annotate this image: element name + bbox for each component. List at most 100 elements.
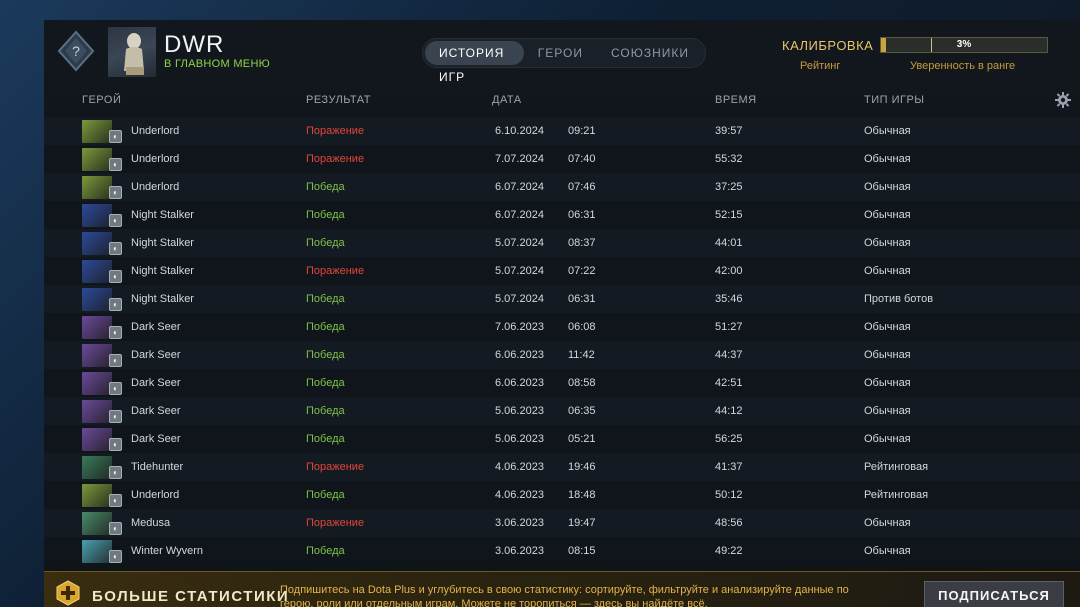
hero-portrait-icon: ◐: [82, 484, 122, 507]
match-date: 6.06.2023: [495, 349, 544, 361]
avatar[interactable]: [108, 27, 156, 77]
table-row[interactable]: ◐ Dark Seer Победа 6.06.2023 08:58 42:51 Обычн…: [44, 369, 1080, 397]
match-time: 07:40: [568, 153, 596, 165]
tab-allies[interactable]: СОЮЗНИКИ: [597, 41, 703, 65]
game-mode: Обычная: [864, 265, 911, 277]
hero-portrait-icon: ◐: [82, 232, 122, 255]
subscribe-button[interactable]: ПОДПИСАТЬСЯ: [924, 581, 1064, 607]
hero-portrait-icon: ◐: [82, 148, 122, 171]
tab-heroes[interactable]: ГЕРОИ: [524, 41, 597, 65]
match-result: Победа: [306, 181, 345, 193]
facet-badge-icon: ◐: [109, 214, 122, 227]
game-mode: Обычная: [864, 517, 911, 529]
match-time: 06:31: [568, 209, 596, 221]
table-row[interactable]: ◐ Medusa Поражение 3.06.2023 19:47 48:56 Обычн…: [44, 509, 1080, 537]
match-duration: 52:15: [715, 209, 743, 221]
match-result: Победа: [306, 377, 345, 389]
game-mode: Обычная: [864, 209, 911, 221]
table-row[interactable]: ◐ Night Stalker Поражение 5.07.2024 07:22 42:…: [44, 257, 1080, 285]
match-date: 7.07.2024: [495, 153, 544, 165]
hero-name: Night Stalker: [131, 237, 194, 249]
table-row[interactable]: ◐ Dark Seer Победа 5.06.2023 06:35 44:12 Обычн…: [44, 397, 1080, 425]
match-time: 06:31: [568, 293, 596, 305]
match-history-panel: ? DWR В ГЛАВНОМ МЕНЮ ИСТОРИЯ ИГР ГЕРОИ С…: [44, 20, 1080, 607]
match-duration: 39:57: [715, 125, 743, 137]
game-mode: Против ботов: [864, 293, 934, 305]
table-row[interactable]: ◐ Night Stalker Победа 5.07.2024 08:37 44:01 О…: [44, 229, 1080, 257]
facet-badge-icon: ◐: [109, 242, 122, 255]
match-date: 7.06.2023: [495, 321, 544, 333]
game-mode: Обычная: [864, 433, 911, 445]
header-date[interactable]: ДАТА: [492, 94, 522, 106]
hero-portrait-icon: ◐: [82, 400, 122, 423]
header-result[interactable]: РЕЗУЛЬТАТ: [306, 94, 371, 106]
game-mode: Обычная: [864, 153, 911, 165]
hero-name: Underlord: [131, 125, 180, 137]
rating-label: Рейтинг: [800, 60, 841, 72]
match-result: Победа: [306, 237, 345, 249]
table-row[interactable]: ◐ Underlord Победа 4.06.2023 18:48 50:12 Рейти…: [44, 481, 1080, 509]
tab-match-history[interactable]: ИСТОРИЯ ИГР: [425, 41, 524, 84]
table-row[interactable]: ◐ Dark Seer Победа 5.06.2023 05:21 56:25 Обычн…: [44, 425, 1080, 453]
svg-text:?: ?: [72, 43, 80, 59]
header-mode[interactable]: ТИП ИГРЫ: [864, 94, 925, 106]
table-row[interactable]: ◐ Tidehunter Поражение 4.06.2023 19:46 41:37 Р…: [44, 453, 1080, 481]
table-row[interactable]: ◐ Night Stalker Победа 6.07.2024 06:31 52:15 О…: [44, 201, 1080, 229]
facet-badge-icon: ◐: [109, 354, 122, 367]
hero-portrait-icon: ◐: [82, 204, 122, 227]
match-result: Поражение: [306, 125, 365, 137]
match-duration: 50:12: [715, 489, 743, 501]
header-hero[interactable]: ГЕРОЙ: [82, 94, 121, 106]
facet-badge-icon: ◐: [109, 298, 122, 311]
match-result: Победа: [306, 321, 345, 333]
match-date: 6.10.2024: [495, 125, 544, 137]
hero-portrait-icon: ◐: [82, 428, 122, 451]
match-date: 6.07.2024: [495, 209, 544, 221]
match-duration: 37:25: [715, 181, 743, 193]
dota-plus-icon: [56, 580, 80, 606]
hero-name: Winter Wyvern: [131, 545, 204, 557]
match-duration: 44:12: [715, 405, 743, 417]
game-mode: Обычная: [864, 321, 911, 333]
match-duration: 56:25: [715, 433, 743, 445]
match-date: 6.07.2024: [495, 181, 544, 193]
game-mode: Обычная: [864, 125, 911, 137]
match-result: Поражение: [306, 265, 365, 277]
facet-badge-icon: ◐: [109, 438, 122, 451]
hero-portrait-icon: ◐: [82, 540, 122, 563]
table-row[interactable]: ◐ Underlord Поражение 6.10.2024 09:21 39:57 Об…: [44, 117, 1080, 145]
avatar-figure-icon: [124, 33, 144, 75]
profile-header: ? DWR В ГЛАВНОМ МЕНЮ ИСТОРИЯ ИГР ГЕРОИ С…: [44, 20, 1080, 86]
table-row[interactable]: ◐ Dark Seer Победа 6.06.2023 11:42 44:37 Обычн…: [44, 341, 1080, 369]
table-row[interactable]: ◐ Underlord Поражение 7.07.2024 07:40 55:32 Об…: [44, 145, 1080, 173]
hero-name: Dark Seer: [131, 433, 181, 445]
confidence-label: Уверенность в ранге: [910, 60, 1016, 72]
hero-name: Dark Seer: [131, 321, 181, 333]
match-time: 05:21: [568, 433, 596, 445]
match-time: 08:37: [568, 237, 596, 249]
match-duration: 41:37: [715, 461, 743, 473]
hero-name: Underlord: [131, 153, 180, 165]
gear-icon[interactable]: [1055, 92, 1071, 108]
table-row[interactable]: ◐ Night Stalker Победа 5.07.2024 06:31 35:46 П…: [44, 285, 1080, 313]
match-result: Победа: [306, 349, 345, 361]
facet-badge-icon: ◐: [109, 186, 122, 199]
hero-name: Dark Seer: [131, 377, 181, 389]
match-duration: 44:37: [715, 349, 743, 361]
table-row[interactable]: ◐ Underlord Победа 6.07.2024 07:46 37:25 Обычн…: [44, 173, 1080, 201]
match-time: 06:08: [568, 321, 596, 333]
table-row[interactable]: ◐ Winter Wyvern Победа 3.06.2023 08:15 49:22 О…: [44, 537, 1080, 565]
facet-badge-icon: ◐: [109, 522, 122, 535]
match-time: 09:21: [568, 125, 596, 137]
hero-portrait-icon: ◐: [82, 512, 122, 535]
match-list: ◐ Underlord Поражение 6.10.2024 09:21 39:57 Об…: [44, 117, 1080, 565]
table-row[interactable]: ◐ Dark Seer Победа 7.06.2023 06:08 51:27 Обычн…: [44, 313, 1080, 341]
match-result: Поражение: [306, 461, 365, 473]
match-duration: 42:51: [715, 377, 743, 389]
game-mode: Обычная: [864, 237, 911, 249]
header-duration[interactable]: ВРЕМЯ: [715, 94, 757, 106]
banner-title: БОЛЬШЕ СТАТИСТИКИ: [92, 588, 290, 605]
hero-name: Dark Seer: [131, 405, 181, 417]
match-date: 4.06.2023: [495, 489, 544, 501]
match-time: 07:22: [568, 265, 596, 277]
